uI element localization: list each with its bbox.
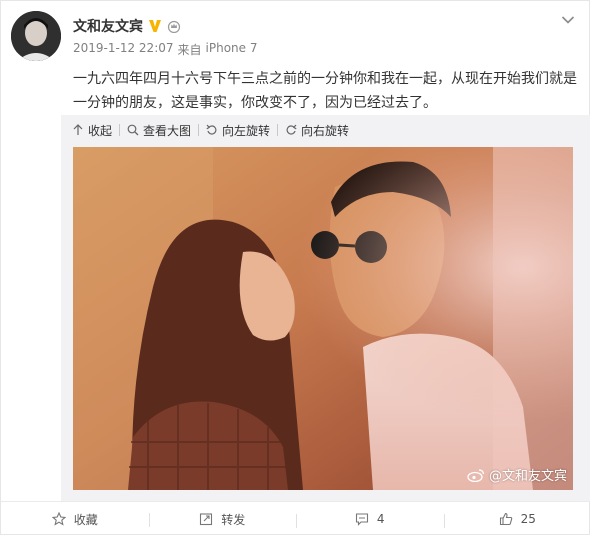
like-button[interactable]: 25 [443,512,590,528]
toolbar-divider [277,124,279,136]
thumbs-up-icon [499,512,512,526]
collapse-label: 收起 [88,123,113,138]
post-photo[interactable]: @文和友文宾 [73,147,573,490]
search-icon [127,124,139,136]
rotate-right-button[interactable]: 向右旋转 [285,122,349,139]
collapse-button[interactable]: 收起 [72,122,112,139]
rotate-right-label: 向右旋转 [301,123,350,138]
repost-label: 转发 [221,512,246,527]
author-header: 文和友文宾 [73,16,181,36]
toolbar-divider [198,124,200,136]
watermark-text: @文和友文宾 [488,469,567,484]
member-crown-icon[interactable] [167,19,181,33]
rotate-left-icon [206,124,217,135]
post-meta: 2019-1-12 22:07 来自 iPhone 7 [73,41,257,58]
source-prefix: 来自 [177,43,202,57]
view-large-label: 查看大图 [143,123,192,138]
media-panel: 收起 查看大图 向左旋转 向右旋转 @文和友文宾 [61,115,590,501]
comment-count: 4 [376,512,385,526]
author-name[interactable]: 文和友文宾 [73,16,143,36]
chevron-down-icon[interactable] [561,15,575,25]
rotate-left-button[interactable]: 向左旋转 [206,122,270,139]
photo-watermark: @文和友文宾 [467,465,567,484]
rotate-right-icon [286,124,297,135]
media-toolbar: 收起 查看大图 向左旋转 向右旋转 [72,122,349,138]
weibo-logo-icon [467,468,485,482]
post-source: iPhone 7 [205,41,258,55]
avatar[interactable] [11,11,61,61]
action-bar: 收藏 转发 4 25 [1,501,590,535]
star-icon [51,512,66,526]
weibo-post-card: 文和友文宾 2019-1-12 22:07 来自 iPhone 7 一九六四年四… [0,0,590,535]
comment-icon [355,513,368,526]
verified-icon[interactable] [148,19,162,33]
toolbar-divider [119,124,121,136]
like-count: 25 [520,512,536,526]
post-time[interactable]: 2019-1-12 22:07 [73,41,174,58]
photo-image [73,147,573,490]
favorite-button[interactable]: 收藏 [1,511,149,528]
comment-button[interactable]: 4 [296,512,444,528]
favorite-label: 收藏 [73,512,98,527]
post-text: 一九六四年四月十六号下午三点之前的一分钟你和我在一起，从现在开始我们就是一分钟的… [73,71,577,111]
repost-button[interactable]: 转发 [148,511,297,528]
rotate-left-label: 向左旋转 [222,123,271,138]
repost-icon [200,513,213,526]
view-large-button[interactable]: 查看大图 [127,122,191,139]
arrow-up-icon [73,124,83,135]
